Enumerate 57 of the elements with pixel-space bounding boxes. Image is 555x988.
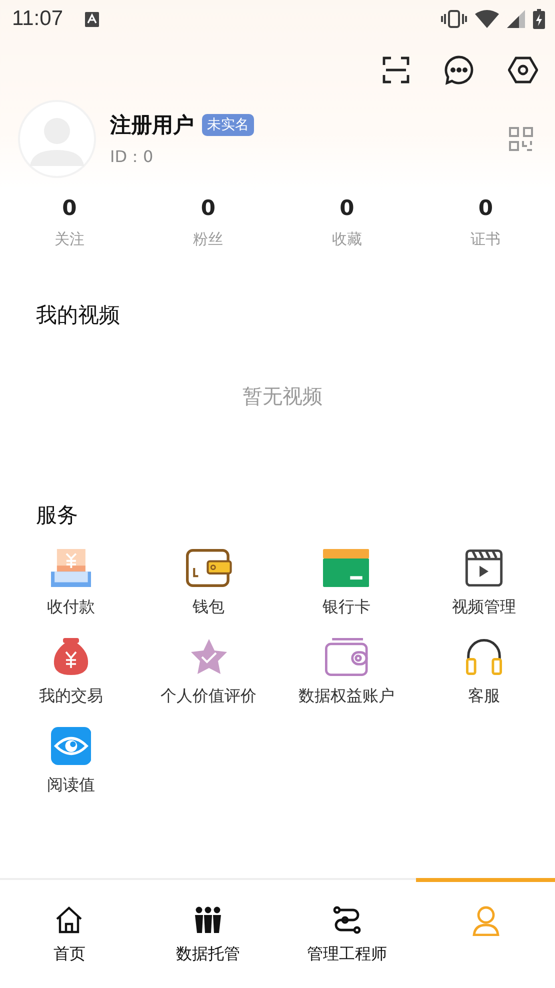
service-item[interactable]: 收付款 [2,549,140,618]
settings-icon[interactable] [508,56,538,84]
user-icon [472,906,500,936]
service-label: 我的交易 [38,686,103,707]
service-item[interactable]: 数据权益账户 [278,638,416,707]
service-item[interactable]: 钱包 [140,549,278,618]
home-icon [55,906,84,934]
service-label: 银行卡 [322,597,370,618]
message-icon[interactable] [444,55,474,85]
keyboard-indicator-icon [85,12,99,26]
vibrate-icon [441,10,467,28]
service-item[interactable]: 视频管理 [415,549,553,618]
wallet-icon [186,549,232,587]
service-label: 钱包 [192,597,225,618]
battery-icon [533,9,545,29]
service-item[interactable]: 阅读值 [2,727,140,796]
qr-code-icon[interactable] [509,127,533,151]
stat-count: 0 [340,196,354,220]
route-icon [332,906,361,934]
scan-icon[interactable] [382,56,410,84]
empty-message: 暂无视频 [242,383,322,410]
stat-count: 0 [478,196,493,220]
star-check-icon [190,638,228,676]
stat-count: 0 [62,196,77,220]
service-item[interactable]: 客服 [415,638,553,707]
signal-icon [507,10,525,28]
service-item[interactable]: 我的交易 [2,638,140,707]
status-time: 11:07 [12,7,63,31]
money-bag-icon [52,638,89,676]
tab-label: 首页 [53,944,86,965]
people-icon [194,906,222,934]
service-label: 个人价值评价 [160,686,257,707]
service-item[interactable]: 银行卡 [278,549,416,618]
nav-tab[interactable]: 数据托管 [138,878,278,988]
service-label: 视频管理 [452,597,516,618]
section-title: 我的视频 [36,302,121,329]
purse-icon [325,638,368,676]
headset-icon [465,638,504,676]
eye-icon [50,727,92,765]
bank-card-icon [323,549,370,587]
user-name: 注册用户 [110,112,194,138]
tab-label: 数据托管 [176,944,240,965]
service-label: 数据权益账户 [298,686,394,707]
section-title: 服务 [35,502,79,529]
verification-badge: 未实名 [202,114,254,136]
tab-label: 管理工程师 [306,944,387,965]
service-item[interactable]: 个人价值评价 [140,638,278,707]
service-label: 客服 [468,686,500,707]
nav-tab[interactable]: 首页 [0,878,139,988]
service-label: 收付款 [46,597,95,618]
video-clapper-icon [465,549,504,587]
stat-count: 0 [200,196,216,220]
nav-tab[interactable]: 管理工程师 [278,878,416,988]
receipt-tray-icon [50,549,92,587]
service-label: 阅读值 [46,775,95,796]
wifi-icon [475,10,499,28]
user-id: ID：0 [110,146,154,168]
